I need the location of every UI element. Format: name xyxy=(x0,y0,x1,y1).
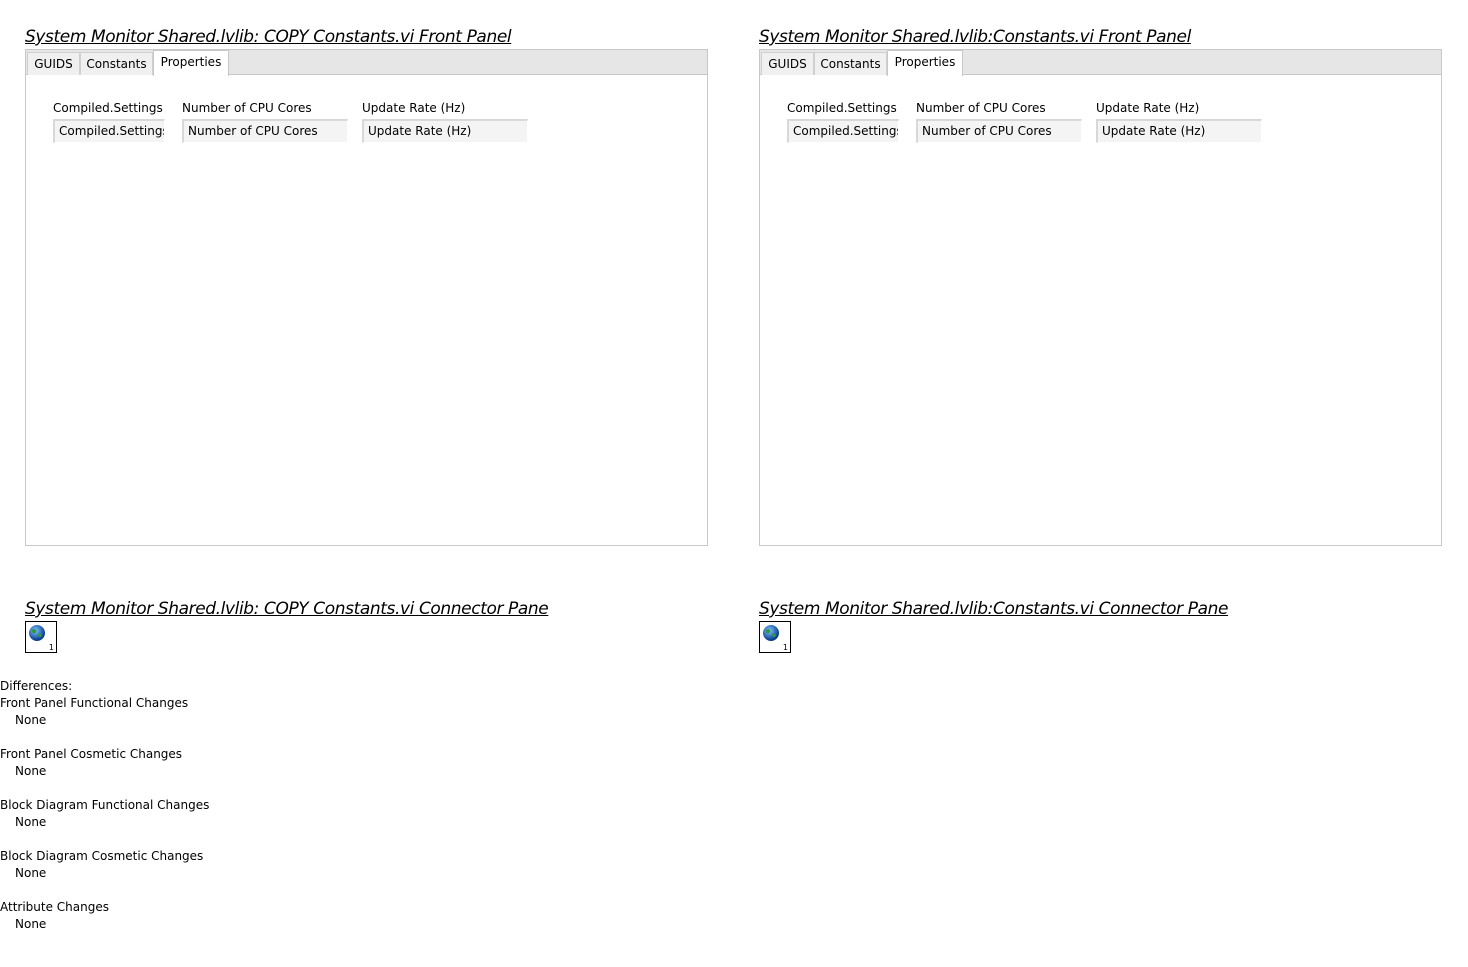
diff-category-fp-cosmetic: Front Panel Cosmetic Changes xyxy=(0,747,183,761)
right-label-compiled-settings: Compiled.Settings xyxy=(787,101,897,115)
left-field-cpu-cores[interactable]: Number of CPU Cores xyxy=(182,119,348,143)
left-label-cpu-cores: Number of CPU Cores xyxy=(182,101,312,115)
diff-value-fp-functional: None xyxy=(15,713,47,727)
diff-category-bd-cosmetic: Block Diagram Cosmetic Changes xyxy=(0,849,204,863)
right-field-cpu-cores[interactable]: Number of CPU Cores xyxy=(916,119,1082,143)
diff-value-attribute: None xyxy=(15,917,47,931)
globe-icon xyxy=(763,625,779,641)
right-connector-pane[interactable]: 1 xyxy=(759,621,791,653)
right-field-update-rate[interactable]: Update Rate (Hz) xyxy=(1096,119,1262,143)
left-label-update-rate: Update Rate (Hz) xyxy=(362,101,466,115)
diff-category-fp-functional: Front Panel Functional Changes xyxy=(0,696,189,710)
differences-heading: Differences: xyxy=(0,679,73,693)
right-tab-bar: GUIDS Constants Properties xyxy=(760,50,1441,76)
left-front-panel-title: System Monitor Shared.lvlib: COPY Consta… xyxy=(25,27,512,47)
right-field-compiled-settings[interactable]: Compiled.Settings xyxy=(787,119,899,143)
left-tab-guids[interactable]: GUIDS xyxy=(27,52,80,75)
left-tab-constants[interactable]: Constants xyxy=(80,52,153,75)
right-connector-number: 1 xyxy=(782,643,788,652)
left-connector-number: 1 xyxy=(48,643,54,652)
right-front-panel: GUIDS Constants Properties Compiled.Sett… xyxy=(759,49,1442,546)
right-tab-properties[interactable]: Properties xyxy=(887,50,963,76)
right-tab-constants[interactable]: Constants xyxy=(814,52,887,75)
right-label-cpu-cores: Number of CPU Cores xyxy=(916,101,1046,115)
diff-value-fp-cosmetic: None xyxy=(15,764,47,778)
left-connector-pane[interactable]: 1 xyxy=(25,621,57,653)
left-label-compiled-settings: Compiled.Settings xyxy=(53,101,163,115)
diff-category-attribute: Attribute Changes xyxy=(0,900,109,914)
left-field-update-rate[interactable]: Update Rate (Hz) xyxy=(362,119,528,143)
right-label-update-rate: Update Rate (Hz) xyxy=(1096,101,1200,115)
diff-value-bd-cosmetic: None xyxy=(15,866,47,880)
diff-value-bd-functional: None xyxy=(15,815,47,829)
left-tab-properties[interactable]: Properties xyxy=(153,50,229,76)
left-field-compiled-settings[interactable]: Compiled.Settings xyxy=(53,119,165,143)
globe-icon xyxy=(29,625,45,641)
right-tab-guids[interactable]: GUIDS xyxy=(761,52,814,75)
left-connector-pane-title: System Monitor Shared.lvlib: COPY Consta… xyxy=(25,599,549,619)
right-connector-pane-title: System Monitor Shared.lvlib:Constants.vi… xyxy=(759,599,1229,619)
left-tab-bar: GUIDS Constants Properties xyxy=(26,50,707,76)
right-front-panel-title: System Monitor Shared.lvlib:Constants.vi… xyxy=(759,27,1191,47)
diff-category-bd-functional: Block Diagram Functional Changes xyxy=(0,798,210,812)
left-front-panel: GUIDS Constants Properties Compiled.Sett… xyxy=(25,49,708,546)
